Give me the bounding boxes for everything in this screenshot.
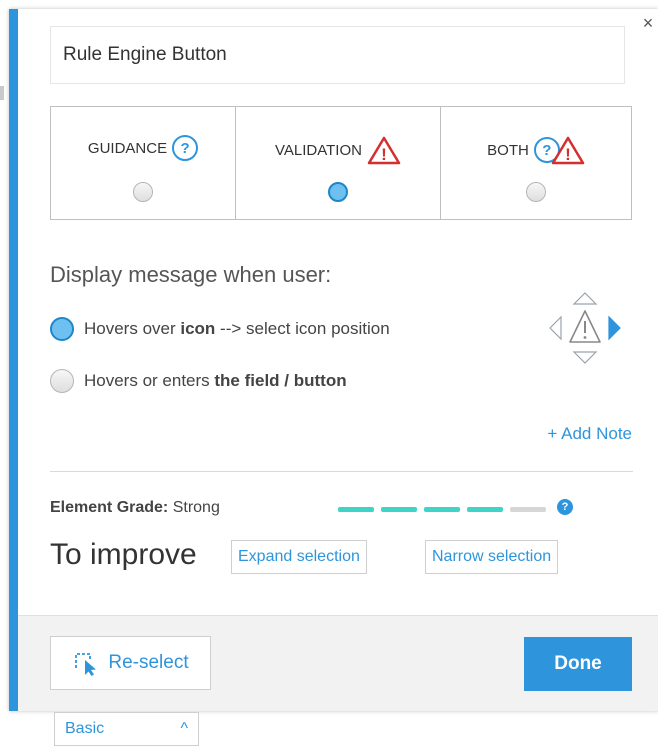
type-option-both[interactable]: BOTH ? !	[440, 107, 631, 219]
grade-segment	[510, 507, 546, 512]
close-button[interactable]: ×	[639, 14, 657, 32]
grade-segment	[424, 507, 460, 512]
grade-meter	[338, 507, 546, 512]
grade-segment	[467, 507, 503, 512]
grade-label: Element Grade:	[50, 499, 169, 516]
radio-guidance[interactable]	[133, 182, 153, 202]
position-up-arrow[interactable]	[572, 292, 598, 305]
position-left-arrow[interactable]	[549, 315, 562, 341]
warning-icon	[569, 310, 601, 343]
radio-both[interactable]	[526, 182, 546, 202]
type-option-label: BOTH	[487, 141, 529, 159]
chevron-up-icon: ^	[180, 720, 188, 737]
icon-position-picker[interactable]	[548, 291, 622, 365]
reselect-label: Re-select	[108, 652, 189, 673]
grade-value: Strong	[168, 499, 220, 516]
type-option-label: GUIDANCE	[87, 139, 168, 157]
display-trigger-title: Display message when user:	[50, 262, 332, 287]
trigger-option-text: Hovers or enters the field / button	[84, 371, 347, 390]
trigger-option-text: Hovers over icon --> select icon positio…	[84, 319, 390, 338]
add-note-link[interactable]: + Add Note	[547, 424, 632, 444]
both-icons: ? !	[533, 135, 585, 165]
type-option-label-row: VALIDATION !	[236, 135, 440, 165]
radio-hover-icon[interactable]	[50, 317, 74, 341]
radio-validation[interactable]	[328, 182, 348, 202]
type-option-label-row: GUIDANCE ?	[51, 135, 235, 161]
mode-select-value: Basic	[65, 720, 105, 737]
trigger-option-hover-field[interactable]: Hovers or enters the field / button	[50, 369, 347, 393]
trigger-option-hover-icon[interactable]: Hovers over icon --> select icon positio…	[50, 317, 390, 341]
element-grade: Element Grade: Strong	[50, 499, 220, 517]
done-button[interactable]: Done	[524, 637, 632, 691]
type-option-validation[interactable]: VALIDATION !	[235, 107, 440, 219]
position-down-arrow[interactable]	[572, 351, 598, 364]
mode-select[interactable]: Basic ^	[54, 712, 199, 746]
warning-icon: !	[367, 136, 401, 165]
svg-text:!: !	[381, 145, 387, 164]
radio-hover-field[interactable]	[50, 369, 74, 393]
edge-marker	[0, 86, 4, 100]
expand-selection-button[interactable]: Expand selection	[231, 540, 367, 574]
grade-segment	[381, 507, 417, 512]
narrow-selection-button[interactable]: Narrow selection	[425, 540, 559, 574]
section-divider	[50, 471, 633, 472]
improve-label: To improve	[50, 538, 197, 571]
warning-icon: !	[551, 136, 585, 165]
grade-segment	[338, 507, 374, 512]
svg-text:!: !	[565, 145, 571, 164]
reselect-button[interactable]: Re-select	[50, 636, 211, 690]
type-option-label: VALIDATION	[275, 141, 362, 159]
type-option-label-row: BOTH ? !	[441, 135, 631, 165]
question-icon: ?	[172, 135, 199, 161]
element-name-input[interactable]	[50, 26, 625, 84]
grade-help-icon[interactable]: ?	[557, 499, 573, 515]
position-right-arrow[interactable]	[608, 315, 621, 341]
type-option-guidance[interactable]: GUIDANCE ?	[51, 107, 235, 219]
message-type-selector: GUIDANCE ? VALIDATION ! BOTH ? !	[50, 106, 632, 220]
cursor-select-icon	[75, 653, 97, 676]
